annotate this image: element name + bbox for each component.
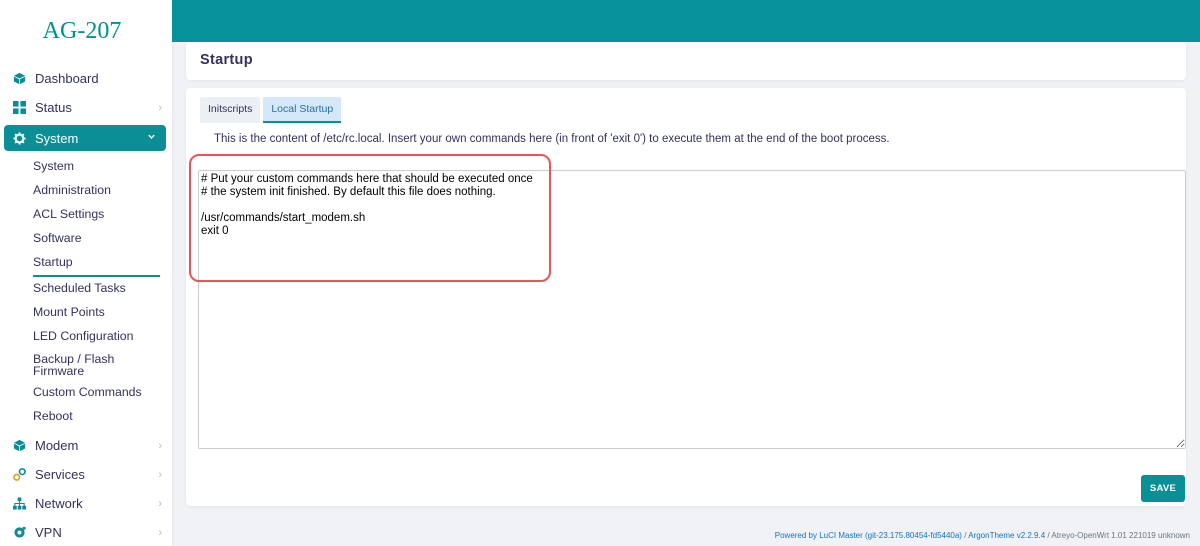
- submenu-item-administration[interactable]: Administration: [0, 179, 172, 203]
- tab-bar: Initscripts Local Startup: [200, 97, 342, 123]
- save-button[interactable]: SAVE: [1141, 475, 1185, 502]
- submenu-item-software[interactable]: Software: [0, 227, 172, 251]
- chevron-down-icon: [147, 132, 156, 144]
- cube-icon: [12, 72, 26, 86]
- submenu-item-scheduled-tasks[interactable]: Scheduled Tasks: [0, 277, 172, 301]
- submenu-item-reboot[interactable]: Reboot: [0, 405, 172, 429]
- footer-version: Atreyo-OpenWrt 1.01 221019 unknown: [1051, 531, 1190, 540]
- sidebar-item-modem[interactable]: Modem ›: [0, 431, 172, 460]
- submenu-item-mount-points[interactable]: Mount Points: [0, 301, 172, 325]
- sidebar-item-label: Modem: [35, 438, 79, 453]
- rc-local-description: This is the content of /etc/rc.local. In…: [214, 133, 890, 145]
- sidebar: AG-207 Dashboard Status › System System: [0, 0, 172, 546]
- chevron-right-icon: ›: [158, 526, 162, 539]
- sidebar-nav-lower: Modem › Services › Network › VPN ›: [0, 431, 172, 546]
- network-icon: [12, 497, 26, 511]
- sidebar-item-system[interactable]: System: [4, 125, 166, 151]
- sidebar-item-vpn[interactable]: VPN ›: [0, 518, 172, 546]
- tab-local-startup[interactable]: Local Startup: [263, 97, 342, 123]
- submenu-item-backup-flash-firmware[interactable]: Backup / Flash Firmware: [0, 349, 172, 381]
- submenu-item-system[interactable]: System: [0, 155, 172, 179]
- chevron-right-icon: ›: [158, 497, 162, 510]
- submenu-item-startup[interactable]: Startup: [0, 251, 172, 277]
- top-header-bar: [172, 0, 1200, 42]
- submenu-item-led-configuration[interactable]: LED Configuration: [0, 325, 172, 349]
- cube-icon: [12, 439, 26, 453]
- sidebar-item-dashboard[interactable]: Dashboard: [0, 64, 172, 93]
- vpn-icon: [12, 526, 26, 540]
- rc-local-editor[interactable]: [198, 170, 1186, 449]
- page-title: Startup: [186, 42, 1186, 80]
- startup-panel: Initscripts Local Startup This is the co…: [186, 88, 1186, 506]
- sidebar-item-label: Network: [35, 496, 83, 511]
- services-icon: [12, 468, 26, 482]
- sidebar-nav: Dashboard Status › System: [0, 64, 172, 151]
- sidebar-item-label: Dashboard: [35, 71, 99, 86]
- grid-icon: [12, 101, 26, 115]
- chevron-right-icon: ›: [158, 468, 162, 481]
- chevron-right-icon: ›: [158, 439, 162, 452]
- sidebar-item-label: System: [35, 130, 79, 146]
- sidebar-item-services[interactable]: Services ›: [0, 460, 172, 489]
- sidebar-item-network[interactable]: Network ›: [0, 489, 172, 518]
- submenu-item-custom-commands[interactable]: Custom Commands: [0, 381, 172, 405]
- sidebar-item-label: VPN: [35, 525, 62, 540]
- gear-icon: [12, 131, 26, 145]
- sidebar-item-status[interactable]: Status ›: [0, 93, 172, 122]
- sidebar-item-label: Services: [35, 467, 85, 482]
- system-submenu: System Administration ACL Settings Softw…: [0, 154, 172, 431]
- chevron-right-icon: ›: [158, 101, 162, 114]
- sidebar-item-label: Status: [35, 100, 72, 115]
- tab-initscripts[interactable]: Initscripts: [200, 97, 261, 123]
- brand-logo: AG-207: [42, 17, 122, 44]
- footer-theme-link[interactable]: ArgonTheme v2.2.9.4: [968, 531, 1045, 540]
- footer: Powered by LuCI Master (git-23.175.80454…: [775, 531, 1190, 540]
- submenu-item-acl-settings[interactable]: ACL Settings: [0, 203, 172, 227]
- footer-luci-link[interactable]: Powered by LuCI Master (git-23.175.80454…: [775, 531, 962, 540]
